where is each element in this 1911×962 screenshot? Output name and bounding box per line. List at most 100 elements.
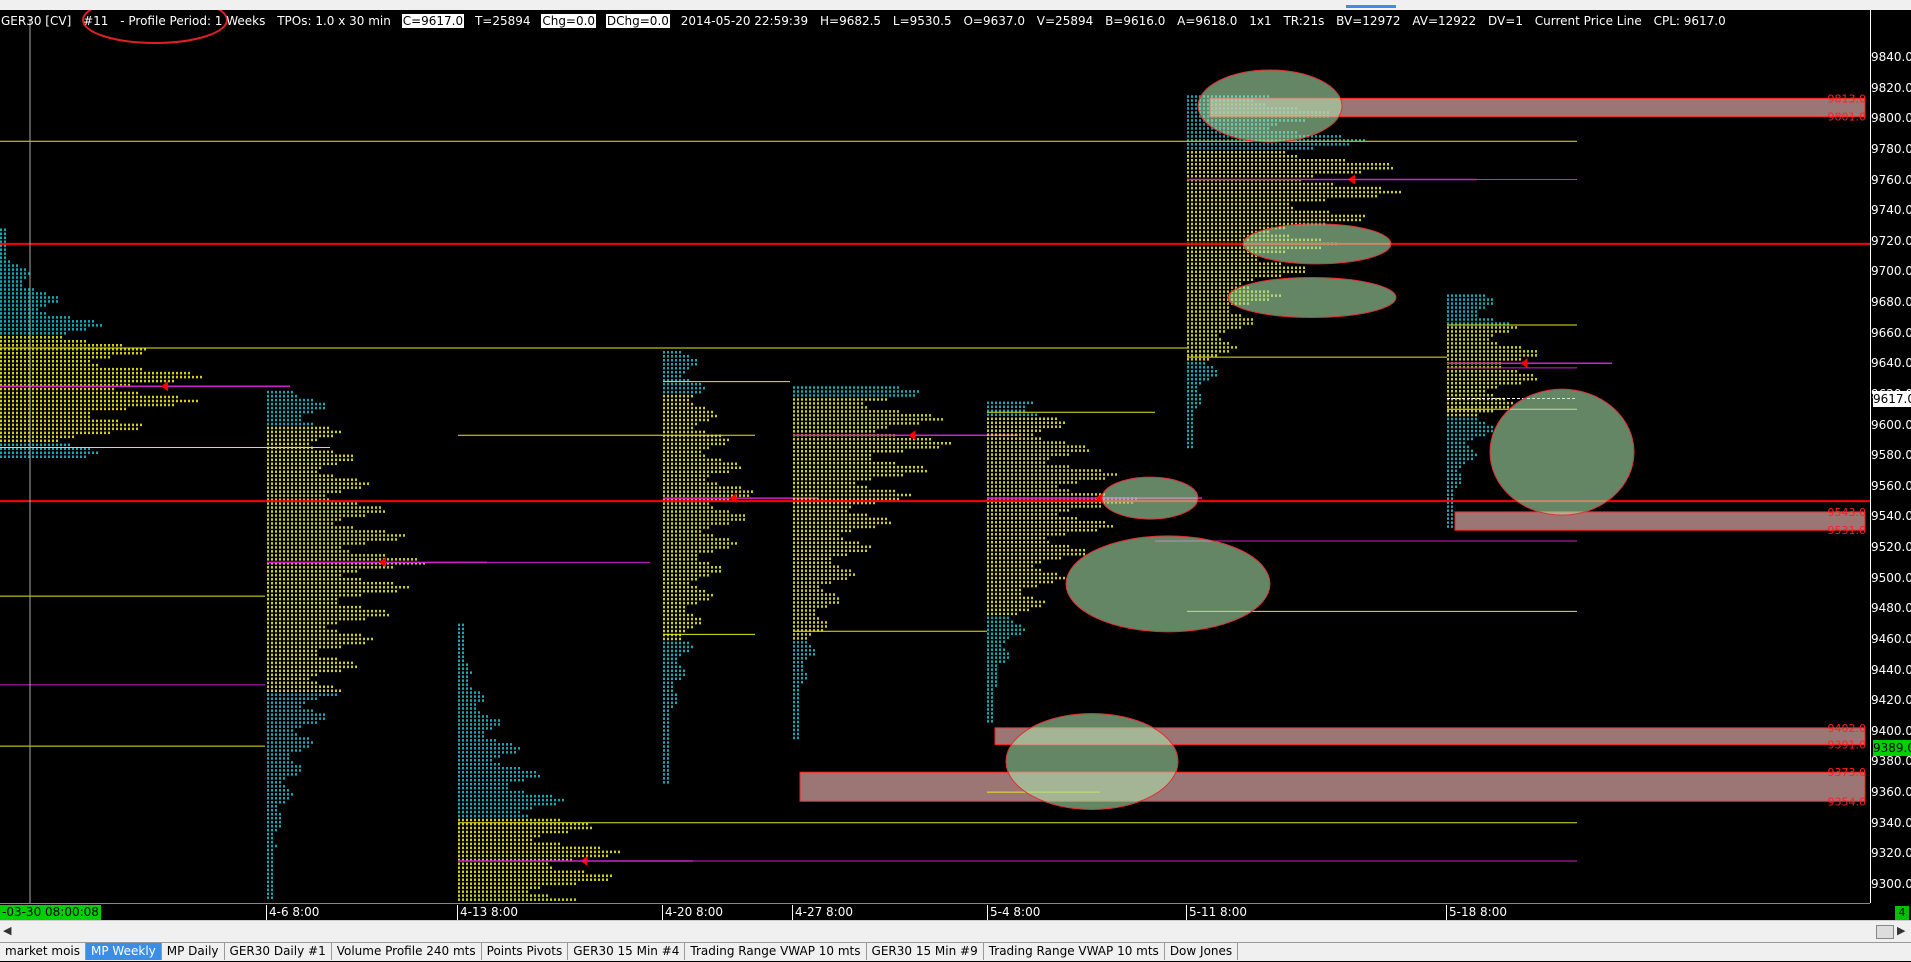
- tpo-block: [474, 759, 476, 762]
- tpo-block: [675, 570, 677, 573]
- tpo-block: [295, 530, 297, 533]
- tpo-block: [502, 791, 504, 794]
- tpo-block: [283, 662, 285, 665]
- tpo-block: [502, 747, 504, 750]
- tpo-block: [72, 420, 74, 423]
- tpo-block: [331, 478, 333, 481]
- tpo-block: [124, 408, 126, 411]
- tpo-block: [32, 320, 34, 323]
- tpo-block: [307, 678, 309, 681]
- tpo-block: [482, 755, 484, 758]
- tpo-block: [271, 558, 273, 561]
- tpo-block: [299, 650, 301, 653]
- tpo-block: [506, 815, 508, 818]
- tpo-block: [546, 827, 548, 830]
- tpo-block: [663, 474, 665, 477]
- tpo-block: [104, 388, 106, 391]
- tpo-block: [498, 811, 500, 814]
- tpo-block: [303, 582, 305, 585]
- tpo-block: [522, 878, 524, 881]
- tpo-block: [691, 423, 693, 426]
- tpo-block: [307, 514, 309, 517]
- tpo-block: [462, 644, 464, 647]
- tpo-block: [271, 578, 273, 581]
- tpo-block: [506, 898, 508, 901]
- tpo-block: [76, 455, 78, 458]
- tpo-block: [514, 855, 516, 858]
- tpo-block: [363, 542, 365, 545]
- market-profile-chart[interactable]: 9813.09801.09543.09531.09402.09391.09373…: [0, 10, 1870, 903]
- tpo-block: [299, 634, 301, 637]
- tpo-block: [331, 530, 333, 533]
- tpo-block: [494, 743, 496, 746]
- tpo-block: [64, 320, 66, 323]
- tpo-block: [68, 428, 70, 431]
- tpo-block: [462, 707, 464, 710]
- tpo-block: [92, 432, 94, 435]
- tpo-block: [478, 723, 480, 726]
- tpo-block: [275, 610, 277, 613]
- tpo-block: [120, 400, 122, 403]
- tpo-block: [546, 847, 548, 850]
- tpo-block: [0, 376, 2, 379]
- tpo-block: [323, 582, 325, 585]
- tpo-block: [44, 436, 46, 439]
- tpo-block: [287, 486, 289, 489]
- tpo-block: [727, 546, 729, 549]
- tpo-block: [699, 570, 701, 573]
- tpo-block: [24, 292, 26, 295]
- tpo-block: [48, 364, 50, 367]
- tpo-block: [462, 783, 464, 786]
- tpo-block: [466, 811, 468, 814]
- tpo-block: [52, 452, 54, 455]
- tpo-block: [474, 843, 476, 846]
- tpo-block: [683, 431, 685, 434]
- tpo-block: [291, 614, 293, 617]
- tpo-block: [518, 886, 520, 889]
- tpo-block: [550, 898, 552, 901]
- tpo-block: [558, 855, 560, 858]
- tpo-block: [92, 380, 94, 383]
- tpo-block: [679, 419, 681, 422]
- tpo-block: [295, 765, 297, 768]
- tpo-block: [466, 663, 468, 666]
- tpo-block: [490, 751, 492, 754]
- tpo-block: [283, 765, 285, 768]
- tpo-block: [287, 638, 289, 641]
- tpo-block: [466, 882, 468, 885]
- tpo-block: [311, 717, 313, 720]
- tpo-block: [335, 550, 337, 553]
- tpo-block: [482, 803, 484, 806]
- tpo-block: [351, 578, 353, 581]
- tpo-block: [351, 502, 353, 505]
- tpo-block: [303, 518, 305, 521]
- tpo-block: [546, 851, 548, 854]
- tpo-block: [132, 392, 134, 395]
- tpo-block: [351, 606, 353, 609]
- tpo-block: [739, 494, 741, 497]
- tpo-block: [44, 328, 46, 331]
- tpo-block: [319, 578, 321, 581]
- tpo-block: [20, 452, 22, 455]
- tpo-block: [271, 514, 273, 517]
- tpo-block: [478, 759, 480, 762]
- tpo-block: [462, 735, 464, 738]
- tpo-block: [470, 894, 472, 897]
- tpo-block: [546, 799, 548, 802]
- tpo-block: [683, 407, 685, 410]
- tpo-block: [72, 344, 74, 347]
- tpo-block: [466, 747, 468, 750]
- tpo-block: [462, 723, 464, 726]
- tpo-block: [275, 391, 277, 394]
- tpo-block: [108, 400, 110, 403]
- tpo-block: [506, 878, 508, 881]
- tpo-block: [699, 590, 701, 593]
- tpo-block: [602, 855, 604, 858]
- tpo-block: [52, 404, 54, 407]
- tpo-block: [379, 554, 381, 557]
- tpo-block: [271, 837, 273, 840]
- tpo-block: [124, 428, 126, 431]
- tpo-block: [490, 819, 492, 822]
- tpo-block: [132, 396, 134, 399]
- tpo-block: [279, 789, 281, 792]
